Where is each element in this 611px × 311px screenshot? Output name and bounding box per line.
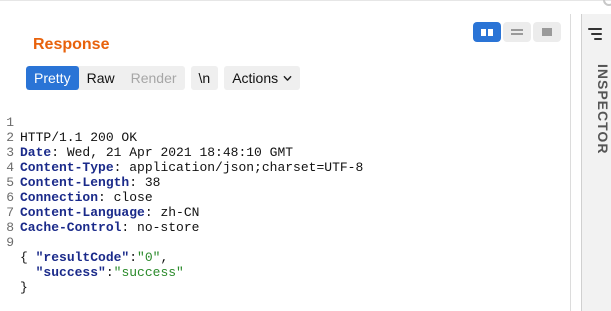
code-line: 5 Connection: close [0, 160, 565, 205]
code-line: "success":"success" [0, 250, 565, 280]
code-line: 9 { [0, 220, 565, 265]
code-line: 7 Cache-Control: no-store [0, 190, 565, 235]
horizontal-view-button[interactable] [503, 22, 531, 42]
code-line: 4 Content-Length: 38 [0, 145, 565, 190]
scrollbar-track[interactable] [570, 14, 571, 311]
single-view-icon [542, 28, 552, 36]
json-brace-close: } [20, 280, 28, 295]
circle-icon [603, 0, 611, 6]
code-line: 6 Content-Language: zh-CN [0, 175, 565, 220]
hamburger-icon[interactable] [588, 27, 602, 41]
tab-pretty[interactable]: Pretty [26, 66, 79, 90]
response-editor[interactable]: 1 HTTP/1.1 200 OK 2 Date: Wed, 21 Apr 20… [0, 100, 565, 295]
code-line: 8 [0, 205, 565, 235]
tab-raw[interactable]: Raw [79, 66, 123, 90]
single-view-button[interactable] [533, 22, 561, 42]
actions-dropdown-button[interactable]: Actions [224, 66, 301, 90]
newline-toggle-label: \n [198, 70, 211, 86]
tab-render[interactable]: Render [123, 66, 185, 90]
code-line: } [0, 265, 565, 295]
top-border [0, 0, 611, 1]
code-line: 2 Date: Wed, 21 Apr 2021 18:48:10 GMT [0, 115, 565, 160]
response-toolbar: Pretty Raw Render \n Actions [26, 66, 301, 90]
panel-title: Response [33, 36, 110, 53]
inspector-tab[interactable]: INSPECTOR [583, 64, 611, 184]
actions-label: Actions [232, 70, 279, 86]
horizontal-view-icon [511, 29, 523, 35]
split-view-button[interactable] [473, 22, 501, 42]
code-line: "resultCode":"0", [0, 235, 565, 265]
newline-toggle-button[interactable]: \n [190, 66, 219, 90]
view-mode-toggle [473, 22, 561, 42]
chevron-down-icon [283, 75, 292, 81]
code-line: 3 Content-Type: application/json;charset… [0, 130, 565, 175]
view-tabs: Pretty Raw Render [26, 66, 185, 90]
code-line: 1 HTTP/1.1 200 OK [0, 100, 565, 145]
split-view-icon [481, 28, 493, 36]
